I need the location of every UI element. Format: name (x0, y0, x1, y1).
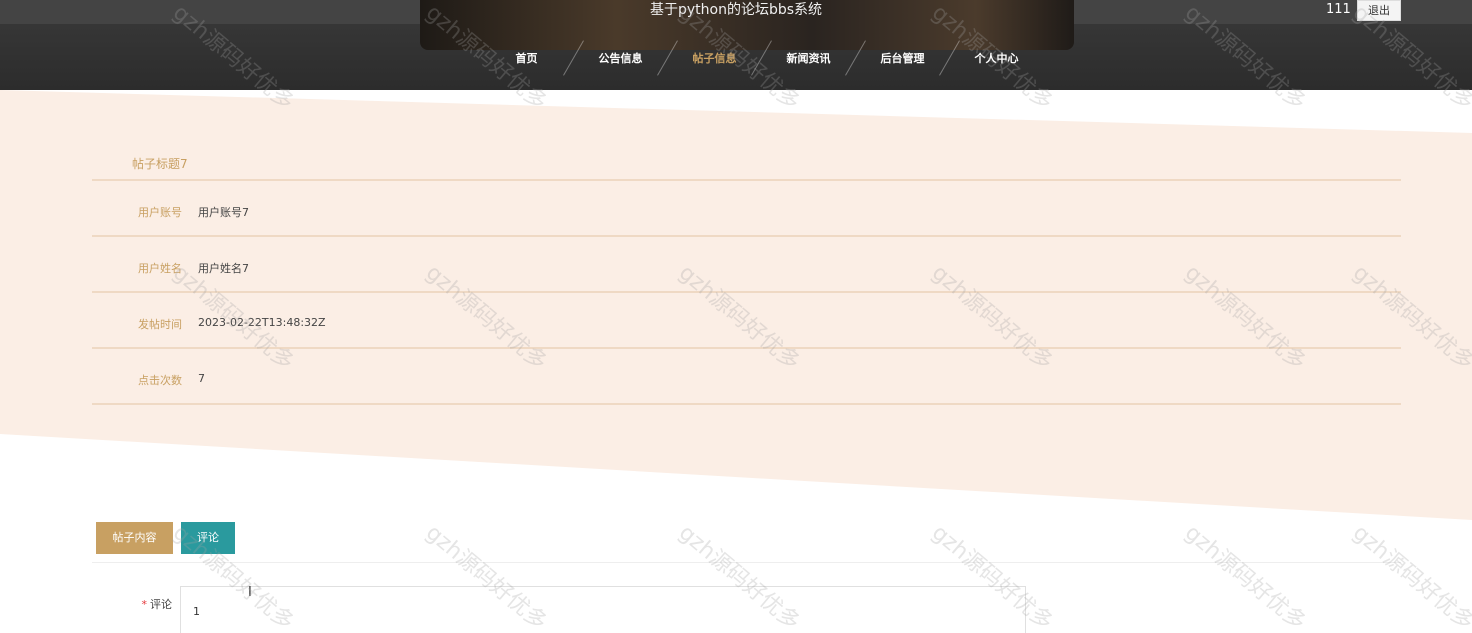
nav-item-notices[interactable]: 公告信息 (574, 50, 667, 66)
watermark: gzh源码好优多 (1179, 520, 1311, 633)
required-mark: * (141, 598, 148, 611)
site-title: 基于python的论坛bbs系统 (649, 2, 823, 18)
divider (92, 347, 1401, 349)
user-name: 111 (1326, 2, 1351, 17)
watermark: gzh源码好优多 (1347, 520, 1472, 633)
click-count-value: 7 (198, 372, 205, 385)
username-value: 用户姓名7 (198, 262, 249, 275)
click-count-label: 点击次数 (138, 374, 182, 387)
comment-label-text: 评论 (150, 598, 172, 611)
account-value: 用户账号7 (198, 206, 249, 219)
post-time-label: 发帖时间 (138, 318, 182, 331)
post-title: 帖子标题7 (132, 157, 188, 171)
comment-label: * 评论 (130, 596, 173, 612)
account-label: 用户账号 (138, 206, 182, 219)
nav-item-posts[interactable]: 帖子信息 (668, 50, 761, 66)
username-label: 用户姓名 (138, 262, 182, 275)
logout-button[interactable]: 退出 (1357, 0, 1401, 21)
divider (92, 291, 1401, 293)
comment-input[interactable] (180, 586, 1026, 633)
divider (92, 179, 1401, 181)
background-band (0, 90, 1472, 520)
tab-post-content[interactable]: 帖子内容 (96, 522, 173, 554)
tab-divider (92, 562, 1401, 563)
text-cursor-icon: I (248, 585, 252, 600)
nav-item-news[interactable]: 新闻资讯 (762, 50, 855, 66)
main-nav: 首页 公告信息 帖子信息 新闻资讯 后台管理 个人中心 (480, 40, 1043, 76)
tab-comment[interactable]: 评论 (181, 522, 235, 554)
nav-item-profile[interactable]: 个人中心 (950, 50, 1043, 66)
nav-item-admin[interactable]: 后台管理 (856, 50, 949, 66)
nav-item-home[interactable]: 首页 (480, 50, 573, 66)
divider (92, 403, 1401, 405)
divider (92, 235, 1401, 237)
post-time-value: 2023-02-22T13:48:32Z (198, 316, 326, 329)
